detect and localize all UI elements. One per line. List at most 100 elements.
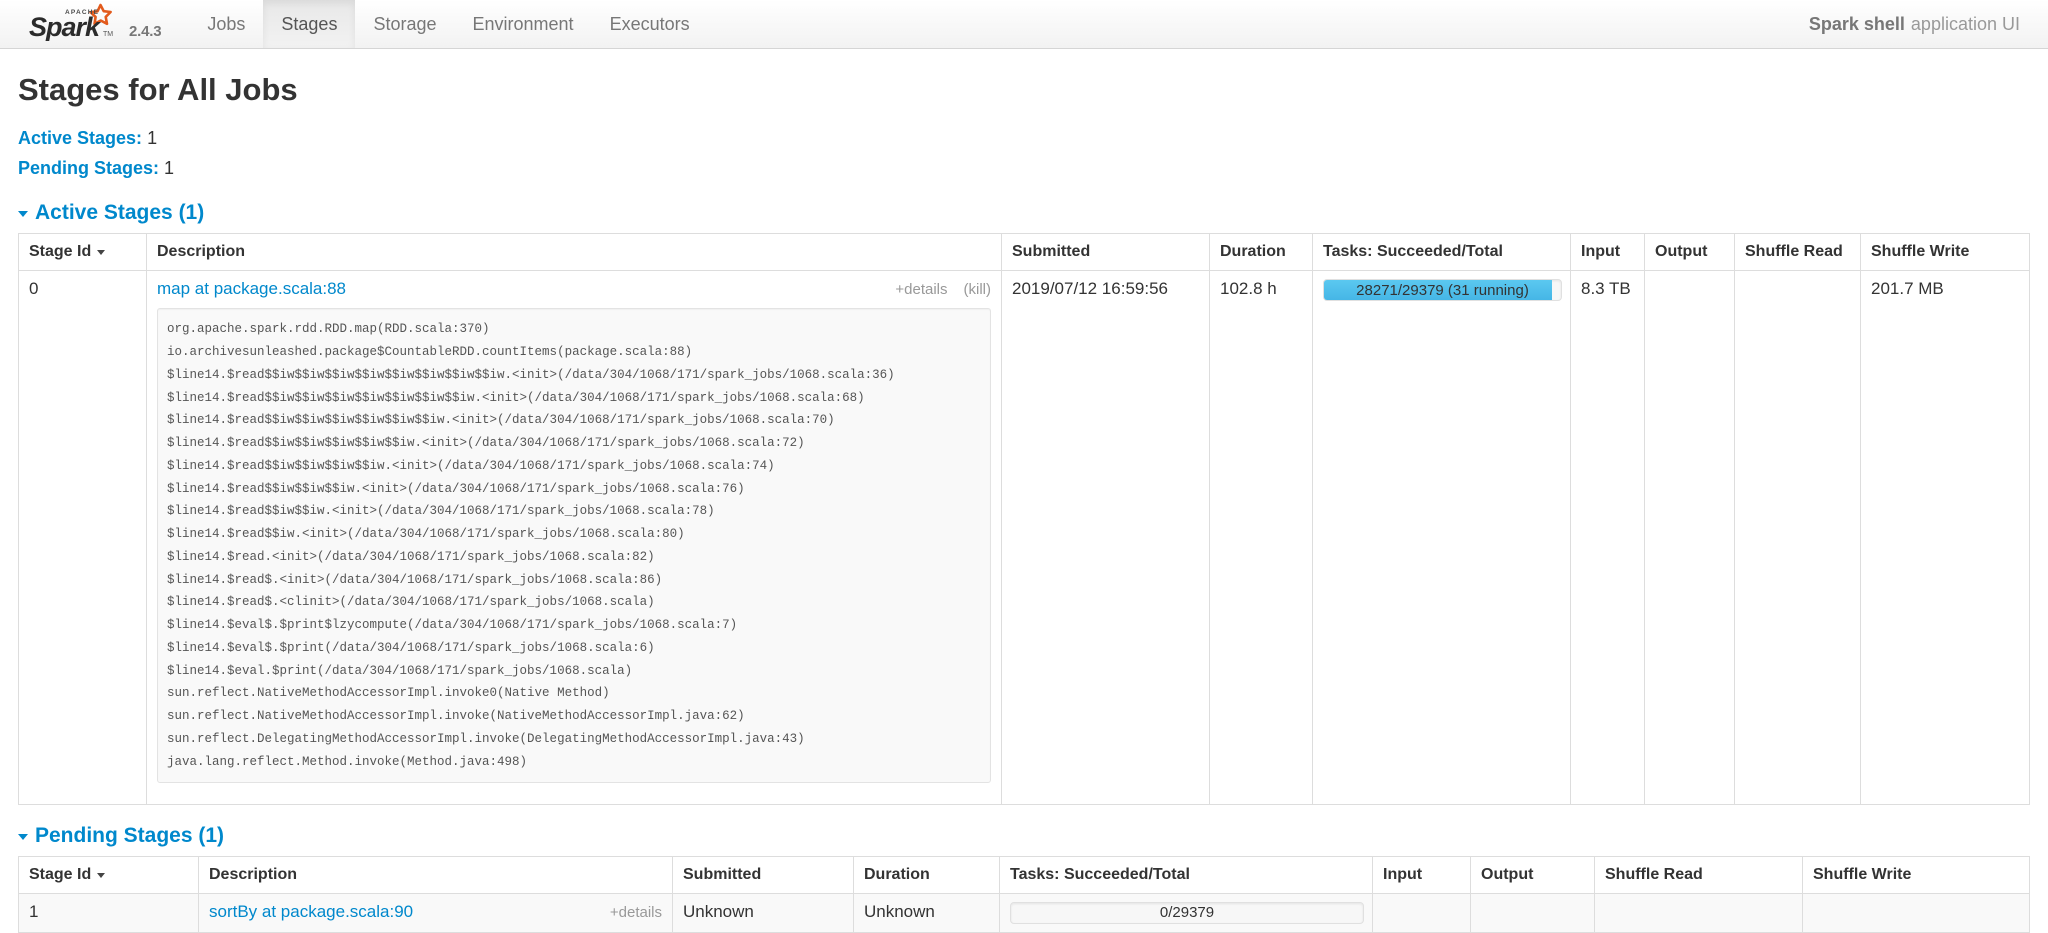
summary-active-stages-value: 1 xyxy=(147,128,158,149)
tasks-progress-label: 0/29379 xyxy=(1159,904,1215,922)
col-header-duration[interactable]: Duration xyxy=(853,856,1000,894)
summary-active-stages: Active Stages: 1 xyxy=(18,125,2030,152)
nav-item-jobs[interactable]: Jobs xyxy=(189,0,263,48)
active-stages-header-row: Stage Id Description Submitted Duration … xyxy=(18,233,2030,272)
details-toggle-link[interactable]: +details xyxy=(610,904,662,921)
cell-stage-id: 0 xyxy=(18,270,147,805)
svg-text:Spark: Spark xyxy=(29,12,102,41)
cell-shuffle-write: 201.7 MB xyxy=(1860,270,2030,805)
application-title: Spark shell application UI xyxy=(1809,0,2048,48)
nav-link-environment[interactable]: Environment xyxy=(455,0,592,48)
cell-output xyxy=(1470,892,1595,933)
pending-stages-section-toggle[interactable]: Pending Stages (1) xyxy=(18,823,224,848)
cell-tasks-progress: 28271/29379 (31 running) xyxy=(1312,270,1571,805)
col-header-description[interactable]: Description xyxy=(198,856,673,894)
col-header-stage-id-label: Stage Id xyxy=(29,865,92,883)
col-header-duration[interactable]: Duration xyxy=(1209,233,1313,272)
cell-input xyxy=(1372,892,1471,933)
col-header-stage-id-label: Stage Id xyxy=(29,243,92,261)
pending-stages-table: Stage Id Description Submitted Duration … xyxy=(18,855,2030,933)
main-nav: Jobs Stages Storage Environment Executor… xyxy=(171,0,707,48)
description-header: sortBy at package.scala:90 +details xyxy=(209,902,662,922)
cell-shuffle-read xyxy=(1734,270,1861,805)
nav-link-storage[interactable]: Storage xyxy=(355,0,454,48)
cell-stage-id: 1 xyxy=(18,892,199,933)
page-title: Stages for All Jobs xyxy=(18,72,298,107)
col-header-tasks[interactable]: Tasks: Succeeded/Total xyxy=(999,856,1373,894)
nav-item-storage[interactable]: Storage xyxy=(355,0,454,48)
summary-pending-stages-label: Pending Stages: xyxy=(18,158,160,179)
col-header-output-label: Output xyxy=(1655,243,1708,261)
summary-pending-stages-value: 1 xyxy=(164,158,175,179)
col-header-stage-id[interactable]: Stage Id xyxy=(18,233,147,272)
col-header-shuffle-read[interactable]: Shuffle Read xyxy=(1734,233,1861,272)
nav-link-executors[interactable]: Executors xyxy=(592,0,708,48)
cell-submitted: 2019/07/12 16:59:56 xyxy=(1001,270,1210,805)
spark-brand-link[interactable]: APACHE Spark TM 2.4.3 xyxy=(0,0,171,48)
col-header-duration-label: Duration xyxy=(864,865,930,883)
col-header-submitted[interactable]: Submitted xyxy=(1001,233,1210,272)
sort-descending-icon xyxy=(97,250,106,256)
col-header-shuffle-write[interactable]: Shuffle Write xyxy=(1802,856,2030,894)
col-header-shuffle-read[interactable]: Shuffle Read xyxy=(1594,856,1803,894)
cell-tasks-progress: 0/29379 xyxy=(999,892,1373,933)
cell-description: map at package.scala:88 +details (kill) … xyxy=(146,270,1002,805)
details-toggle-link[interactable]: +details xyxy=(895,281,947,298)
application-name: Spark shell xyxy=(1808,13,1905,34)
col-header-input[interactable]: Input xyxy=(1372,856,1471,894)
stage-description-link[interactable]: map at package.scala:88 xyxy=(157,279,346,299)
col-header-shuffle-write[interactable]: Shuffle Write xyxy=(1860,233,2030,272)
active-stages-section-title: Active Stages (1) xyxy=(35,201,205,225)
caret-down-icon xyxy=(18,211,28,218)
tasks-progress-label: 28271/29379 (31 running) xyxy=(1356,281,1529,299)
nav-link-stages[interactable]: Stages xyxy=(263,0,356,48)
col-header-description[interactable]: Description xyxy=(146,233,1002,272)
kill-stage-link[interactable]: (kill) xyxy=(964,281,992,298)
summary-active-stages-label: Active Stages: xyxy=(18,128,143,149)
caret-down-icon xyxy=(18,833,28,840)
active-stages-table: Stage Id Description Submitted Duration … xyxy=(18,233,2030,805)
stage-description-link[interactable]: sortBy at package.scala:90 xyxy=(209,902,413,922)
col-header-stage-id[interactable]: Stage Id xyxy=(18,856,199,894)
table-row: 0 map at package.scala:88 +details (kill… xyxy=(18,270,2030,805)
table-row: 1 sortBy at package.scala:90 +details Un… xyxy=(18,892,2030,933)
col-header-input-label: Input xyxy=(1581,243,1621,261)
pending-stages-header-row: Stage Id Description Submitted Duration … xyxy=(18,856,2030,894)
spark-logo-icon: APACHE Spark TM xyxy=(26,3,122,46)
col-header-input[interactable]: Input xyxy=(1570,233,1645,272)
pending-stages-section-title: Pending Stages (1) xyxy=(35,823,225,847)
stage-stacktrace: org.apache.spark.rdd.RDD.map(RDD.scala:3… xyxy=(157,308,991,784)
col-header-shuffle-read-label: Shuffle Read xyxy=(1745,243,1843,261)
cell-input: 8.3 TB xyxy=(1570,270,1645,805)
application-suffix: application UI xyxy=(1910,13,2020,34)
active-stages-section-toggle[interactable]: Active Stages (1) xyxy=(18,200,204,225)
col-header-output-label: Output xyxy=(1481,865,1534,883)
col-header-description-label: Description xyxy=(157,243,246,261)
nav-item-environment[interactable]: Environment xyxy=(455,0,592,48)
col-header-submitted[interactable]: Submitted xyxy=(672,856,854,894)
nav-item-stages[interactable]: Stages xyxy=(263,0,356,48)
col-header-output[interactable]: Output xyxy=(1644,233,1735,272)
col-header-shuffle-write-label: Shuffle Write xyxy=(1813,865,1912,883)
cell-description: sortBy at package.scala:90 +details xyxy=(198,892,673,933)
col-header-description-label: Description xyxy=(209,865,298,883)
col-header-tasks-label: Tasks: Succeeded/Total xyxy=(1010,865,1190,883)
cell-shuffle-read xyxy=(1594,892,1803,933)
nav-link-jobs[interactable]: Jobs xyxy=(189,0,263,48)
cell-submitted: Unknown xyxy=(672,892,854,933)
svg-text:TM: TM xyxy=(103,31,113,38)
tasks-progress-bar: 28271/29379 (31 running) xyxy=(1323,279,1562,302)
navbar: APACHE Spark TM 2.4.3 Jobs Stages Storag… xyxy=(0,0,2048,49)
col-header-shuffle-read-label: Shuffle Read xyxy=(1605,865,1703,883)
cell-duration: 102.8 h xyxy=(1209,270,1313,805)
col-header-shuffle-write-label: Shuffle Write xyxy=(1871,243,1970,261)
col-header-tasks-label: Tasks: Succeeded/Total xyxy=(1323,243,1503,261)
nav-item-executors[interactable]: Executors xyxy=(592,0,708,48)
col-header-input-label: Input xyxy=(1383,865,1423,883)
col-header-output[interactable]: Output xyxy=(1470,856,1595,894)
description-header: map at package.scala:88 +details (kill) xyxy=(157,279,991,299)
col-header-tasks[interactable]: Tasks: Succeeded/Total xyxy=(1312,233,1571,272)
main-content: Stages for All Jobs Active Stages: 1 Pen… xyxy=(0,72,2048,933)
sort-descending-icon xyxy=(97,872,106,878)
cell-shuffle-write xyxy=(1802,892,2030,933)
